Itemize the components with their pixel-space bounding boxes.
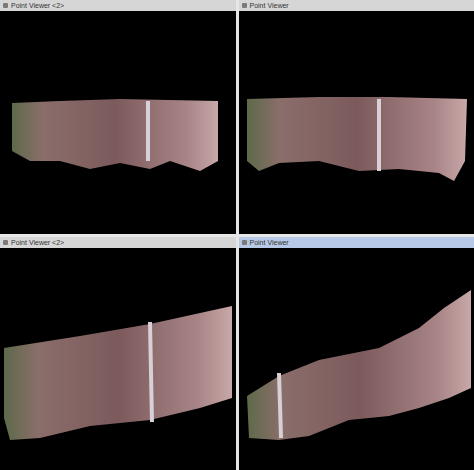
title-bar[interactable]: Point Viewer <2> <box>0 0 236 11</box>
window-icon <box>3 3 8 8</box>
point-cloud-icon <box>239 11 474 233</box>
window-title: Point Viewer <box>250 238 289 247</box>
title-bar[interactable]: Point Viewer <2> <box>0 237 236 248</box>
point-cloud-view[interactable] <box>0 248 236 470</box>
window-icon <box>242 3 247 8</box>
window-icon <box>242 240 247 245</box>
viewer-window[interactable]: Point Viewer <box>239 0 474 234</box>
title-bar[interactable]: Point Viewer <box>239 0 474 11</box>
point-cloud-icon <box>239 248 474 470</box>
point-cloud-view[interactable] <box>0 11 236 234</box>
viewer-window[interactable]: Point Viewer <2> <box>0 0 236 234</box>
point-cloud-view[interactable] <box>239 248 474 470</box>
window-title: Point Viewer <box>250 1 289 10</box>
point-cloud-icon <box>0 248 236 470</box>
point-cloud-icon <box>0 11 236 233</box>
viewer-window[interactable]: Point Viewer <box>239 237 474 470</box>
point-cloud-view[interactable] <box>239 11 474 234</box>
window-title: Point Viewer <2> <box>11 238 64 247</box>
window-title: Point Viewer <2> <box>11 1 64 10</box>
title-bar[interactable]: Point Viewer <box>239 237 474 248</box>
viewer-window[interactable]: Point Viewer <2> <box>0 237 236 470</box>
viewer-grid: Point Viewer <2> Point Viewer Point Viewer… <box>0 0 474 470</box>
window-icon <box>3 240 8 245</box>
